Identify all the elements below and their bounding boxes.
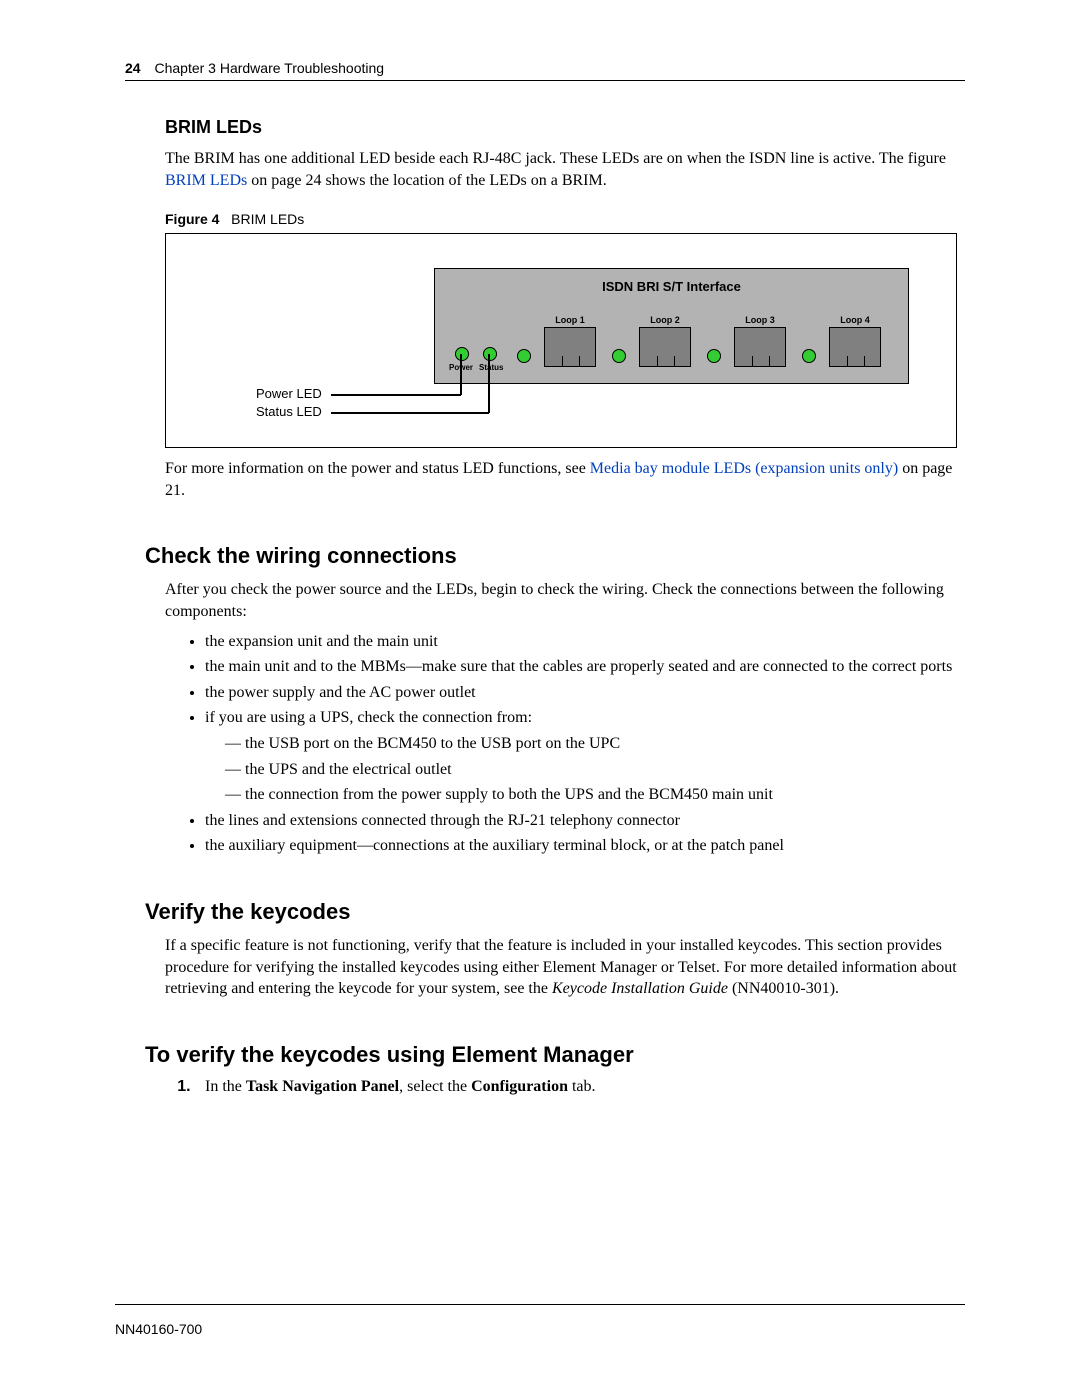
loop-led-icon [802,349,816,363]
text: on page 24 shows the location of the LED… [247,172,607,189]
sub-item: the connection from the power supply to … [225,784,965,806]
loop-block: Loop 2 [630,315,700,367]
rj-jack-icon [829,327,881,367]
bold-term: Configuration [471,1078,568,1095]
rj-jack-icon [544,327,596,367]
sub-item: the UPS and the electrical outlet [225,759,965,781]
loop-label: Loop 3 [725,315,795,325]
figure-caption: Figure 4 BRIM LEDs [165,211,965,227]
annot-status-led: Status LED [256,404,322,419]
loop-block: Loop 1 [535,315,605,367]
bold-term: Task Navigation Panel [246,1078,399,1095]
text: (NN40010-301). [728,980,839,997]
list-item-text: if you are using a UPS, check the connec… [205,709,532,726]
list-item: the main unit and to the MBMs—make sure … [205,656,965,678]
chapter-title: Chapter 3 Hardware Troubleshooting [154,60,384,76]
loop-label: Loop 1 [535,315,605,325]
page-footer: NN40160-700 [115,1304,965,1337]
document-page: 24 Chapter 3 Hardware Troubleshooting BR… [0,0,1080,1397]
text: , select the [399,1078,471,1095]
heading-check-wiring: Check the wiring connections [145,543,965,569]
rj-jack-icon [639,327,691,367]
text: tab. [568,1078,596,1095]
leader-line [488,354,490,413]
loop-label: Loop 2 [630,315,700,325]
list-item: the lines and extensions connected throu… [205,810,965,832]
leader-line [331,412,489,414]
verify-keycodes-para: If a specific feature is not functioning… [165,935,965,1000]
rj-jack-icon [734,327,786,367]
figure-brim-leds: ISDN BRI S/T Interface Power Status Loop… [165,233,957,448]
loop-led-icon [612,349,626,363]
brim-panel: ISDN BRI S/T Interface Power Status Loop… [434,268,909,384]
figure-title: BRIM LEDs [231,211,304,227]
loop-led-icon [707,349,721,363]
doc-id: NN40160-700 [115,1321,202,1337]
heading-verify-em: To verify the keycodes using Element Man… [145,1042,965,1068]
link-brim-leds[interactable]: BRIM LEDs [165,172,247,189]
list-item: if you are using a UPS, check the connec… [205,707,965,805]
leader-line [331,394,461,396]
loop-block: Loop 4 [820,315,890,367]
italic-title: Keycode Installation Guide [552,980,728,997]
leader-line [460,354,462,395]
figure-label: Figure 4 [165,211,219,227]
status-label: Status [479,363,503,372]
link-media-bay-leds[interactable]: Media bay module LEDs (expansion units o… [590,460,898,477]
step-item: In the Task Navigation Panel, select the… [195,1078,965,1096]
page-number: 24 [125,60,141,76]
text: In the [205,1078,246,1095]
running-header: 24 Chapter 3 Hardware Troubleshooting [125,60,965,81]
heading-verify-keycodes: Verify the keycodes [145,899,965,925]
loop-block: Loop 3 [725,315,795,367]
ups-sublist: the USB port on the BCM450 to the USB po… [225,733,965,806]
annot-power-led: Power LED [256,386,322,401]
heading-brim-leds: BRIM LEDs [165,117,965,138]
panel-title: ISDN BRI S/T Interface [435,279,908,294]
brim-leds-paragraph: The BRIM has one additional LED beside e… [165,148,965,191]
loop-led-icon [517,349,531,363]
check-wiring-list: the expansion unit and the main unit the… [175,631,965,857]
text: The BRIM has one additional LED beside e… [165,150,946,167]
sub-item: the USB port on the BCM450 to the USB po… [225,733,965,755]
verify-em-steps: In the Task Navigation Panel, select the… [165,1078,965,1096]
list-item: the expansion unit and the main unit [205,631,965,653]
brim-more-info: For more information on the power and st… [165,458,965,501]
loop-label: Loop 4 [820,315,890,325]
power-led-icon [455,347,469,361]
list-item: the power supply and the AC power outlet [205,682,965,704]
text: For more information on the power and st… [165,460,590,477]
status-led-icon [483,347,497,361]
check-wiring-intro: After you check the power source and the… [165,579,965,622]
list-item: the auxiliary equipment—connections at t… [205,835,965,857]
